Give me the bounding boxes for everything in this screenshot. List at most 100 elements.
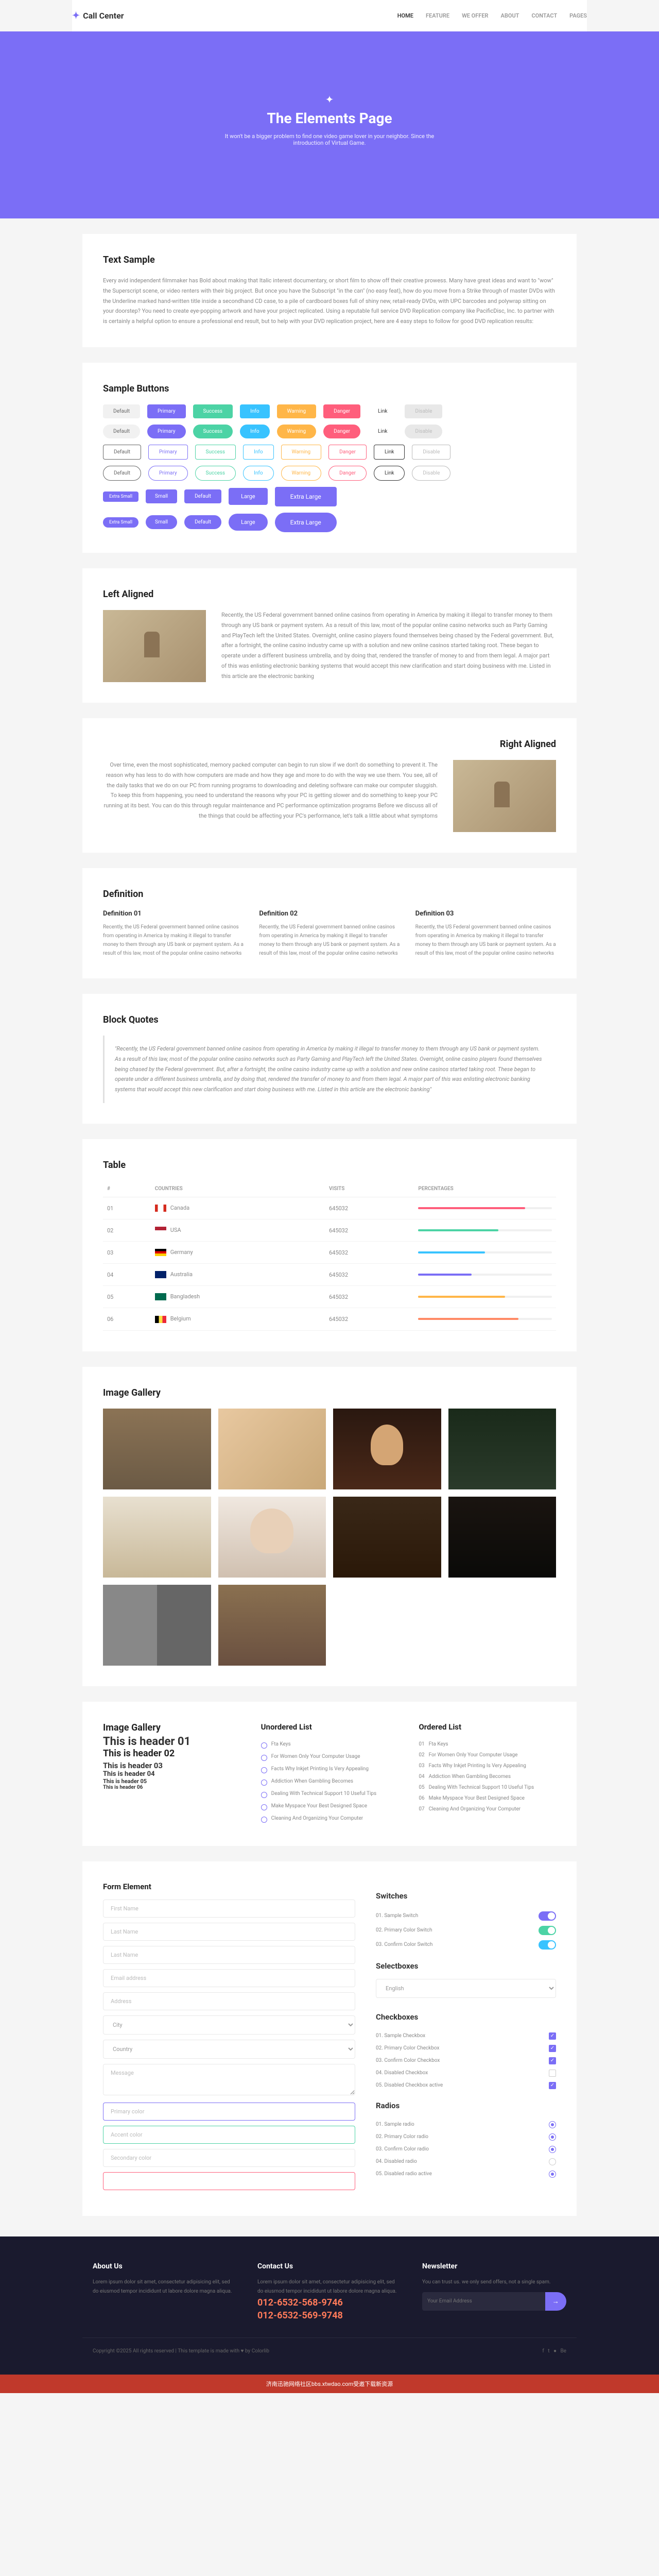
form-field[interactable] <box>103 1946 355 1964</box>
footer-contact: Contact Us Lorem ipsum dolor sit amet, c… <box>257 2262 402 2322</box>
brand-logo[interactable]: ✦Call Center <box>72 10 124 21</box>
nav-we offer[interactable]: WE OFFER <box>462 12 488 19</box>
btn-disable[interactable]: Disable <box>405 404 442 418</box>
social-icons[interactable]: f t ● Be <box>542 2348 566 2354</box>
gallery-image[interactable] <box>218 1497 326 1578</box>
btn-link[interactable]: Link <box>374 445 405 460</box>
gallery-image[interactable] <box>448 1497 557 1578</box>
btn-danger[interactable]: Danger <box>323 404 360 418</box>
nav-feature[interactable]: FEATURE <box>426 12 449 19</box>
btn-default[interactable]: Default <box>103 445 141 460</box>
gallery-image[interactable] <box>103 1409 211 1489</box>
gallery-image[interactable] <box>103 1585 211 1666</box>
btn-default[interactable]: Default <box>103 466 141 481</box>
switch-toggle[interactable] <box>539 1940 556 1950</box>
radio[interactable] <box>549 2158 556 2165</box>
gallery-image[interactable] <box>218 1585 326 1666</box>
checkbox[interactable] <box>549 2057 556 2064</box>
checkbox[interactable] <box>549 2032 556 2040</box>
form-field[interactable] <box>103 1923 355 1941</box>
btn-success[interactable]: Success <box>193 404 233 418</box>
language-select[interactable]: English <box>376 1979 556 1998</box>
btn-success[interactable]: Success <box>195 466 236 481</box>
form-field[interactable] <box>103 1900 355 1918</box>
checkbox[interactable] <box>549 2045 556 2052</box>
list-item: Facts Why Inkjet Printing Is Very Appeal… <box>261 1764 398 1776</box>
hero-decoration-icon: ✦ <box>10 93 649 106</box>
gallery-image[interactable] <box>103 1497 211 1578</box>
btn-info[interactable]: Info <box>243 466 273 481</box>
btn-success[interactable]: Success <box>195 445 236 460</box>
section-heading: Image Gallery <box>103 1387 556 1398</box>
btn-size[interactable]: Extra Small <box>103 492 138 502</box>
btn-disable[interactable]: Disable <box>405 425 442 438</box>
bottom-banner: 济南迅驰网络社区bbs.xtwdao.com受邀下载新资源 <box>0 2375 659 2393</box>
btn-info[interactable]: Info <box>240 404 269 418</box>
gallery-image[interactable] <box>333 1497 441 1578</box>
btn-size[interactable]: Extra Large <box>275 487 337 506</box>
btn-size[interactable]: Small <box>146 489 177 503</box>
btn-primary[interactable]: Primary <box>148 445 188 460</box>
gallery-image[interactable] <box>218 1409 326 1489</box>
radio[interactable] <box>549 2133 556 2141</box>
footer-text: Lorem ipsum dolor sit amet, consectetur … <box>93 2278 237 2296</box>
switches-heading: Switches <box>376 1891 556 1901</box>
form-field[interactable] <box>103 2126 355 2144</box>
form-field[interactable] <box>103 1969 355 1987</box>
btn-info[interactable]: Info <box>240 425 269 438</box>
form-field[interactable] <box>103 1992 355 2010</box>
switch-label: 02. Primary Color Switch <box>376 1927 432 1933</box>
form-field[interactable] <box>103 2103 355 2121</box>
nav-contact[interactable]: CONTACT <box>531 12 557 19</box>
btn-primary[interactable]: Primary <box>148 466 188 481</box>
left-aligned-section: Left Aligned Recently, the US Federal go… <box>82 568 577 703</box>
btn-size[interactable]: Extra Large <box>275 513 337 532</box>
btn-info[interactable]: Info <box>243 445 273 460</box>
btn-warning[interactable]: Warning <box>277 425 317 438</box>
nav-pages[interactable]: PAGES <box>569 12 587 19</box>
radio[interactable] <box>549 2146 556 2153</box>
table-header: PERCENTAGES <box>414 1181 556 1197</box>
btn-default[interactable]: Default <box>103 404 140 418</box>
radio[interactable] <box>549 2171 556 2178</box>
btn-size[interactable]: Extra Small <box>103 517 138 528</box>
gallery-image[interactable] <box>333 1409 441 1489</box>
btn-size[interactable]: Small <box>146 515 177 529</box>
btn-size[interactable]: Default <box>184 489 221 503</box>
btn-danger[interactable]: Danger <box>328 445 367 460</box>
btn-size[interactable]: Large <box>229 488 268 505</box>
btn-danger[interactable]: Danger <box>328 466 367 481</box>
checkbox[interactable] <box>549 2082 556 2089</box>
btn-primary[interactable]: Primary <box>147 425 186 438</box>
btn-link[interactable]: Link <box>368 404 397 418</box>
nav-about[interactable]: ABOUT <box>501 12 519 19</box>
switch-toggle[interactable] <box>539 1911 556 1921</box>
form-field[interactable]: Country <box>103 2040 355 2059</box>
radios-heading: Radios <box>376 2101 556 2110</box>
newsletter-submit[interactable]: → <box>545 2292 566 2311</box>
gallery-image[interactable] <box>448 1409 557 1489</box>
btn-warning[interactable]: Warning <box>281 445 322 460</box>
checkbox[interactable] <box>549 2070 556 2077</box>
btn-disable[interactable]: Disable <box>412 466 450 481</box>
btn-size[interactable]: Large <box>229 514 268 531</box>
btn-primary[interactable]: Primary <box>147 404 186 418</box>
form-field[interactable]: City <box>103 2015 355 2035</box>
btn-disable[interactable]: Disable <box>412 445 450 460</box>
newsletter-input[interactable] <box>422 2292 545 2311</box>
radio[interactable] <box>549 2121 556 2128</box>
form-field[interactable] <box>103 2172 355 2190</box>
btn-default[interactable]: Default <box>103 425 140 438</box>
btn-warning[interactable]: Warning <box>277 404 317 418</box>
btn-success[interactable]: Success <box>193 425 233 438</box>
btn-size[interactable]: Default <box>184 515 221 529</box>
nav-home[interactable]: HOME <box>397 12 413 19</box>
btn-link[interactable]: Link <box>368 425 397 438</box>
btn-danger[interactable]: Danger <box>323 425 360 438</box>
form-field[interactable] <box>103 2064 355 2095</box>
btn-link[interactable]: Link <box>374 466 405 481</box>
switch-toggle[interactable] <box>539 1926 556 1935</box>
form-field[interactable] <box>103 2149 355 2167</box>
btn-warning[interactable]: Warning <box>281 466 322 481</box>
heading-1: This is header 01 <box>103 1735 240 1748</box>
